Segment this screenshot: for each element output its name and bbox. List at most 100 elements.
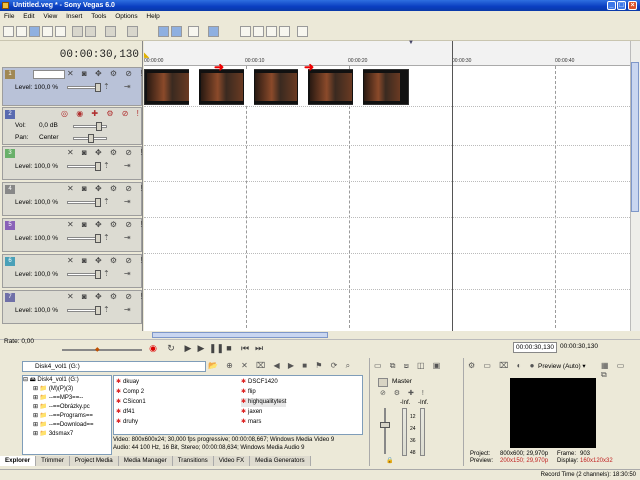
menu-edit[interactable]: Edit bbox=[23, 13, 34, 20]
slider-knob[interactable] bbox=[95, 234, 101, 243]
file-item[interactable]: ✱ druhy bbox=[116, 418, 138, 427]
record-icon[interactable]: ◉ bbox=[148, 343, 158, 353]
copy-icon[interactable] bbox=[85, 26, 96, 37]
play-icon[interactable]: ▶ bbox=[196, 343, 206, 353]
menu-tools[interactable]: Tools bbox=[91, 13, 106, 20]
track-name-field[interactable] bbox=[33, 70, 65, 79]
file-item[interactable]: ✱ dkuay bbox=[116, 378, 139, 387]
track-header-buttons[interactable]: ✕ ◙ ✥ ⚙ ⊘ ! bbox=[67, 184, 142, 195]
slider-knob[interactable] bbox=[88, 134, 94, 143]
file-item[interactable]: ✱ Comp 2 bbox=[116, 388, 144, 397]
lock-envelopes-icon[interactable] bbox=[188, 26, 199, 37]
go-to-start-icon[interactable]: ⏮ bbox=[240, 343, 250, 353]
file-item[interactable]: ✱ jaxen bbox=[241, 408, 262, 417]
tree-item[interactable]: ⊞ 📁 3dsmax7 bbox=[23, 430, 111, 439]
track-small-icons[interactable]: ⇡ ⇥ bbox=[103, 197, 137, 206]
open-icon[interactable] bbox=[16, 26, 27, 37]
track-header-buttons[interactable]: ✕ ◙ ✥ ⚙ ⊘ ! bbox=[67, 256, 142, 267]
rate-slider-knob[interactable]: ◆ bbox=[95, 346, 100, 353]
menu-options[interactable]: Options bbox=[115, 13, 137, 20]
audio-track-buttons[interactable]: ◎ ◉ ✚ ⚙ ⊘ ! bbox=[61, 109, 139, 120]
level-slider[interactable] bbox=[67, 198, 101, 207]
track-header-buttons[interactable]: ✕ ◙ ✥ ⚙ ⊘ ! bbox=[67, 69, 142, 80]
rate-slider[interactable] bbox=[62, 349, 142, 351]
track-1[interactable]: 1 ✕ ◙ ✥ ⚙ ⊘ ! Level: 100,0 % ⇡ ⇥ bbox=[2, 67, 142, 106]
file-item[interactable]: ✱ CSicon1 bbox=[116, 398, 146, 407]
envelope-edit-tool-icon[interactable] bbox=[253, 26, 264, 37]
file-item[interactable]: ✱ mars bbox=[241, 418, 261, 427]
slider-knob[interactable] bbox=[95, 83, 101, 92]
tree-item[interactable]: ⊞ 📁 (M)(P)(3) bbox=[23, 385, 111, 394]
slider-knob[interactable] bbox=[95, 162, 101, 171]
zoom-edit-tool-icon[interactable] bbox=[279, 26, 290, 37]
track-7[interactable]: 7 ✕ ◙ ✥ ⚙ ⊘ ! Level: 100,0 % ⇡ ⇥ bbox=[2, 290, 142, 324]
minimize-button[interactable]: _ bbox=[607, 1, 616, 10]
menu-insert[interactable]: Insert bbox=[66, 13, 82, 20]
master-fader-knob[interactable] bbox=[380, 422, 390, 428]
slider-knob[interactable] bbox=[96, 122, 102, 131]
selection-edit-tool-icon[interactable] bbox=[266, 26, 277, 37]
track-small-icons[interactable]: ⇡ ⇥ bbox=[103, 269, 137, 278]
volume-slider[interactable] bbox=[73, 122, 107, 131]
master-fader-track[interactable] bbox=[384, 408, 386, 454]
playback-cursor[interactable] bbox=[452, 41, 453, 331]
level-slider[interactable] bbox=[67, 306, 101, 315]
file-item[interactable]: ✱ df41 bbox=[116, 408, 135, 417]
preview-right-icons[interactable]: ▦ ▭ ⧉ bbox=[601, 361, 640, 380]
horizontal-scroll-thumb[interactable] bbox=[152, 332, 328, 338]
tree-item[interactable]: ⊞ 📁 --==Programs== bbox=[23, 412, 111, 421]
pause-icon[interactable]: ❚❚ bbox=[209, 343, 224, 353]
track-2[interactable]: 2 ◎ ◉ ✚ ⚙ ⊘ ! Vol: 0,0 dB Pan: Center bbox=[2, 107, 142, 145]
preview-toolbar[interactable]: ⚙ ▭ ⌧ ◐ ● bbox=[468, 361, 538, 370]
mixer-toolbar[interactable]: ▭ ⧉ ⧈ ◫ ▣ bbox=[374, 361, 443, 371]
vertical-scroll-thumb[interactable] bbox=[631, 62, 639, 212]
undo-icon[interactable] bbox=[105, 26, 116, 37]
close-button[interactable]: × bbox=[628, 1, 637, 10]
loop-start-marker[interactable]: ◣ bbox=[144, 51, 149, 59]
tab-media-manager[interactable]: Media Manager bbox=[118, 456, 173, 466]
drive-dropdown[interactable]: Disk4_vol1 (G:) bbox=[22, 361, 206, 372]
tab-video-fx[interactable]: Video FX bbox=[213, 456, 251, 466]
level-slider[interactable] bbox=[67, 162, 101, 171]
track-header-buttons[interactable]: ✕ ◙ ✥ ⚙ ⊘ ! bbox=[67, 292, 142, 303]
normal-edit-tool-icon[interactable] bbox=[240, 26, 251, 37]
tree-item[interactable]: ⊞ 📁 --==Download== bbox=[23, 421, 111, 430]
maximize-button[interactable]: □ bbox=[617, 1, 626, 10]
menu-view[interactable]: View bbox=[43, 13, 57, 20]
tab-explorer[interactable]: Explorer bbox=[0, 456, 37, 466]
track-6[interactable]: 6 ✕ ◙ ✥ ⚙ ⊘ ! Level: 100,0 % ⇡ ⇥ bbox=[2, 254, 142, 288]
slider-knob[interactable] bbox=[95, 270, 101, 279]
menu-help[interactable]: Help bbox=[146, 13, 159, 20]
lock-icon[interactable]: 🔒 bbox=[386, 457, 393, 464]
file-list[interactable]: ✱ dkuay ✱ Comp 2 ✱ CSicon1 ✱ df41 ✱ druhy ✱ DS… bbox=[113, 375, 363, 435]
track-small-icons[interactable]: ⇡ ⇥ bbox=[103, 161, 137, 170]
auto-ripple-icon[interactable] bbox=[171, 26, 182, 37]
track-small-icons[interactable]: ⇡ ⇥ bbox=[103, 305, 137, 314]
stop-icon[interactable]: ■ bbox=[224, 343, 234, 353]
level-slider[interactable] bbox=[67, 83, 101, 92]
redo-icon[interactable] bbox=[127, 26, 138, 37]
level-slider[interactable] bbox=[67, 270, 101, 279]
track-3[interactable]: 3 ✕ ◙ ✥ ⚙ ⊘ ! Level: 100,0 % ⇡ ⇥ bbox=[2, 146, 142, 180]
video-clip-strip[interactable] bbox=[144, 69, 409, 105]
tab-project-media[interactable]: Project Media bbox=[69, 456, 119, 466]
track-small-icons[interactable]: ⇡ ⇥ bbox=[103, 233, 137, 242]
go-to-end-icon[interactable]: ⏭ bbox=[254, 343, 264, 353]
folder-tree[interactable]: ⊟ 🖴 Disk4_vol1 (G:) ⊞ 📁 (M)(P)(3) ⊞ 📁 --… bbox=[22, 375, 112, 455]
tree-item[interactable]: ⊟ 🖴 Disk4_vol1 (G:) bbox=[23, 376, 111, 385]
menu-file[interactable]: File bbox=[4, 13, 14, 20]
master-buttons[interactable]: ⊘ ⚙ ✚ ! bbox=[380, 389, 427, 397]
track-header-buttons[interactable]: ✕ ◙ ✥ ⚙ ⊘ ! bbox=[67, 220, 142, 231]
file-item[interactable]: ✱ flip bbox=[241, 388, 256, 397]
preview-quality-dropdown[interactable]: Preview (Auto) ▾ bbox=[538, 362, 586, 370]
track-4[interactable]: 4 ✕ ◙ ✥ ⚙ ⊘ ! Level: 100,0 % ⇡ ⇥ bbox=[2, 182, 142, 216]
track-header-buttons[interactable]: ✕ ◙ ✥ ⚙ ⊘ ! bbox=[67, 148, 142, 159]
pan-slider[interactable] bbox=[73, 134, 107, 143]
enable-snapping-icon[interactable] bbox=[158, 26, 169, 37]
ignore-grouping-icon[interactable] bbox=[208, 26, 219, 37]
tree-item[interactable]: ⊞ 📁 --==Obrázky.pc bbox=[23, 403, 111, 412]
tab-media-generators[interactable]: Media Generators bbox=[250, 456, 311, 466]
new-icon[interactable] bbox=[3, 26, 14, 37]
loop-playback-icon[interactable]: ↻ bbox=[166, 343, 176, 353]
whats-this-icon[interactable] bbox=[297, 26, 308, 37]
